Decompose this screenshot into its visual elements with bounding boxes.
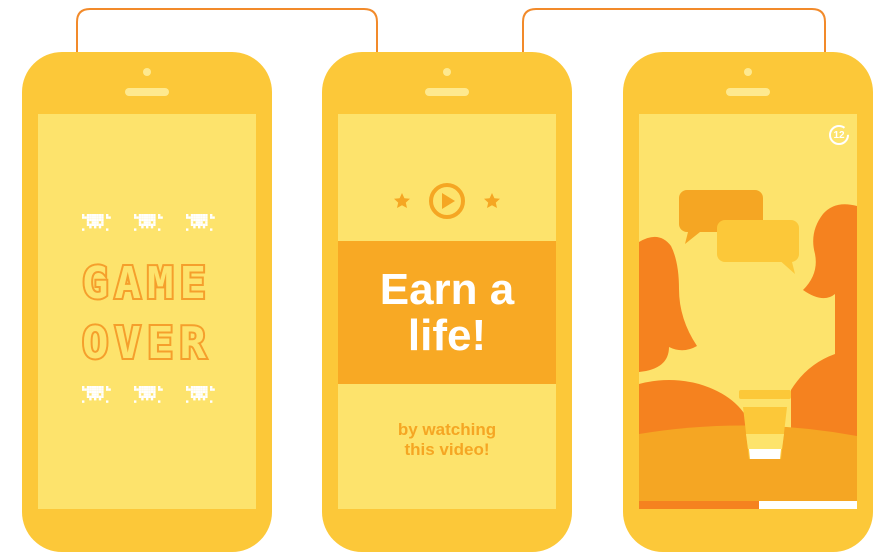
earn-title-line-2: life! xyxy=(407,310,487,360)
speaker-grille xyxy=(726,88,770,96)
speaker-grille xyxy=(125,88,169,96)
speech-bubble-icon xyxy=(717,220,799,274)
camera-dot xyxy=(744,68,752,76)
skull-icon xyxy=(134,214,163,231)
skull-icon xyxy=(82,214,111,231)
video-progress-track xyxy=(639,501,857,509)
skull-icon xyxy=(82,386,111,403)
video-ad-screen: 12 xyxy=(639,114,857,509)
play-header xyxy=(394,183,500,219)
speaker-grille xyxy=(425,88,469,96)
timer-value: 12 xyxy=(833,129,845,141)
phone-game-over: GAME OVER xyxy=(22,52,272,552)
person-left xyxy=(639,236,697,372)
video-progress-fill xyxy=(639,501,759,509)
game-over-pixel-text: GAME OVER xyxy=(80,256,212,370)
timer-icon: 12 xyxy=(828,124,850,146)
play-icon[interactable] xyxy=(429,183,465,219)
pixel-word-game: GAME xyxy=(82,258,212,309)
phone-video-ad: 12 xyxy=(623,52,873,552)
skull-row-top xyxy=(78,210,216,236)
skull-icon xyxy=(134,386,163,403)
star-icon xyxy=(484,193,500,208)
phone-earn-life: Earn a life! by watching this video! xyxy=(322,52,572,552)
star-icon xyxy=(394,193,410,208)
video-scene xyxy=(639,190,857,509)
skull-row-bottom xyxy=(78,382,216,408)
skull-icon xyxy=(186,386,215,403)
camera-dot xyxy=(143,68,151,76)
earn-life-banner: Earn a life! xyxy=(338,241,556,384)
game-over-screen: GAME OVER xyxy=(38,114,256,509)
camera-dot xyxy=(443,68,451,76)
skull-icon xyxy=(186,214,215,231)
earn-title-line-1: Earn a xyxy=(379,264,515,314)
subtitle-line-2: this video! xyxy=(404,440,490,459)
subtitle-line-1: by watching xyxy=(397,420,497,439)
earn-life-screen: Earn a life! by watching this video! xyxy=(338,114,556,509)
pixel-word-over: OVER xyxy=(82,318,212,369)
